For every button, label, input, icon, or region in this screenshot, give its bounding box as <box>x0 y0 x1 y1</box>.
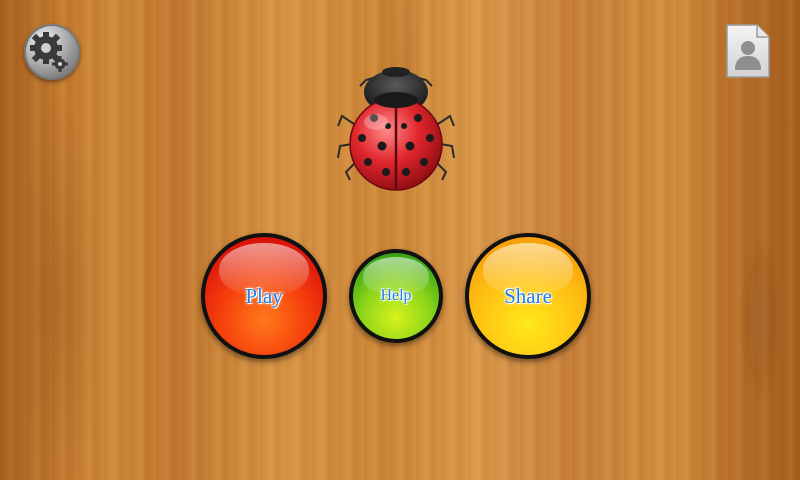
play-label: Play <box>245 283 283 308</box>
share-button[interactable]: Share <box>465 233 591 359</box>
share-label: Share <box>504 283 552 308</box>
help-label: Help <box>380 287 412 304</box>
settings-button[interactable] <box>24 24 80 80</box>
ladybug-icon <box>336 62 456 192</box>
gears-icon <box>30 32 68 72</box>
profile-button[interactable] <box>724 22 772 80</box>
help-button[interactable]: Help <box>349 249 443 343</box>
play-button[interactable]: Play <box>201 233 327 359</box>
profile-card-icon <box>726 24 770 78</box>
